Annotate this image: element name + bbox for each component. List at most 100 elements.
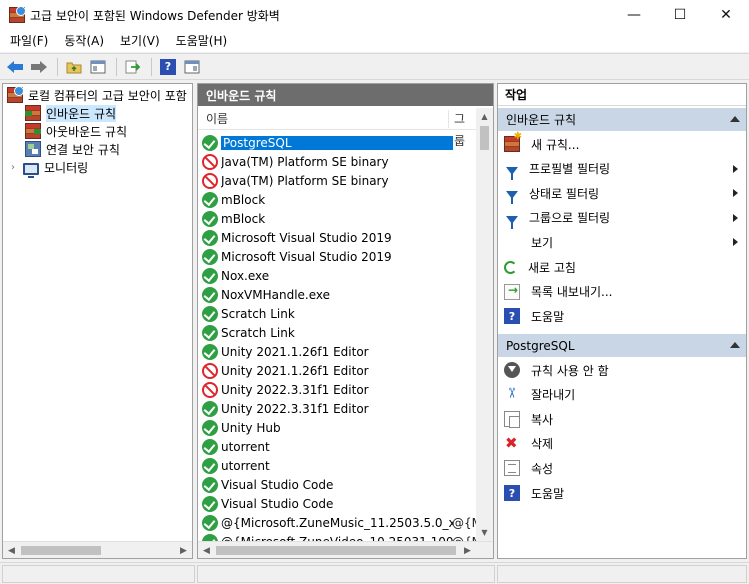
rule-row[interactable]: Visual Studio Code: [202, 494, 478, 513]
rule-row[interactable]: utorrent: [202, 456, 478, 475]
help-button[interactable]: ?: [157, 56, 179, 78]
action-item[interactable]: 새 규칙...: [498, 131, 746, 156]
action-label: 새 규칙...: [531, 137, 580, 152]
action-item[interactable]: ? 도움말: [498, 481, 746, 505]
forward-button[interactable]: [28, 56, 50, 78]
rule-row[interactable]: Visual Studio Code: [202, 475, 478, 494]
scroll-left-icon[interactable]: ◀: [198, 542, 215, 558]
actions-section-inbound[interactable]: 인바운드 규칙: [498, 108, 746, 131]
rule-name: Visual Studio Code: [221, 477, 334, 492]
scroll-thumb[interactable]: [216, 546, 456, 555]
action-item[interactable]: 보기: [498, 230, 746, 254]
action-item[interactable]: 목록 내보내기...: [498, 280, 746, 304]
refresh-icon: [504, 260, 517, 274]
tree-item-label: 아웃바운드 규칙: [46, 124, 128, 139]
column-header: 이름 그룹: [198, 108, 476, 148]
action-item[interactable]: 프로필별 필터링: [498, 157, 746, 181]
menu-help[interactable]: 도움말(H): [168, 31, 236, 51]
rule-row[interactable]: Java(TM) Platform SE binary: [202, 152, 478, 171]
rule-row[interactable]: Nox.exe: [202, 266, 478, 285]
action-item[interactable]: 새로 고침: [498, 255, 746, 279]
export-list-button[interactable]: [122, 56, 144, 78]
menu-view[interactable]: 보기(V): [112, 31, 168, 51]
show-action-pane-button[interactable]: [181, 56, 203, 78]
scroll-down-icon[interactable]: ▼: [476, 524, 493, 541]
tree-root[interactable]: 로컬 컴퓨터의 고급 보안이 포함: [7, 86, 187, 104]
console-tree-icon: [90, 60, 106, 73]
allowed-icon: [202, 343, 218, 360]
maximize-button[interactable]: ☐: [657, 0, 703, 30]
allowed-icon: [202, 495, 218, 512]
column-name-header[interactable]: 이름: [206, 108, 228, 130]
rule-name: mBlock: [221, 192, 266, 207]
rule-row[interactable]: Scratch Link: [202, 304, 478, 323]
rule-row[interactable]: Unity Hub: [202, 418, 478, 437]
rules-vertical-scrollbar[interactable]: ▲ ▼: [476, 108, 493, 541]
tree-horizontal-scrollbar[interactable]: ◀ ▶: [3, 541, 192, 558]
scroll-left-icon[interactable]: ◀: [3, 542, 20, 558]
minimize-button[interactable]: —: [611, 0, 657, 30]
back-button[interactable]: [4, 56, 26, 78]
toolbar: ?: [0, 53, 749, 80]
action-item[interactable]: 삭제: [498, 432, 746, 456]
tree-item-inbound-rules[interactable]: 인바운드 규칙: [25, 104, 117, 122]
rule-row[interactable]: utorrent: [202, 437, 478, 456]
column-group-header[interactable]: 그룹: [454, 108, 476, 148]
menu-file[interactable]: 파일(F): [2, 31, 56, 51]
expand-chevron-icon[interactable]: ›: [11, 162, 23, 173]
collapse-caret-icon[interactable]: [730, 116, 740, 122]
action-item[interactable]: 그룹으로 필터링: [498, 206, 746, 230]
show-hide-tree-button[interactable]: [87, 56, 109, 78]
actions-section-selected-rule[interactable]: PostgreSQL: [498, 334, 746, 357]
action-item[interactable]: 복사: [498, 407, 746, 431]
rule-row[interactable]: PostgreSQL: [202, 133, 478, 152]
action-label: 상태로 필터링: [529, 186, 600, 201]
rule-row[interactable]: Microsoft Visual Studio 2019: [202, 228, 478, 247]
firewall-icon: [7, 86, 24, 103]
tree-item-connection-security[interactable]: 연결 보안 규칙: [25, 140, 120, 158]
scroll-up-icon[interactable]: ▲: [476, 108, 493, 125]
blocked-icon: [202, 172, 218, 189]
tree-root-label: 로컬 컴퓨터의 고급 보안이 포함: [28, 88, 187, 103]
rule-row[interactable]: Unity 2021.1.26f1 Editor: [202, 361, 478, 380]
tree-item-outbound-rules[interactable]: 아웃바운드 규칙: [25, 122, 127, 140]
rule-row[interactable]: Java(TM) Platform SE binary: [202, 171, 478, 190]
rule-row[interactable]: Microsoft Visual Studio 2019: [202, 247, 478, 266]
rule-row[interactable]: mBlock: [202, 190, 478, 209]
rule-row[interactable]: mBlock: [202, 209, 478, 228]
action-item[interactable]: ? 도움말: [498, 304, 746, 328]
export-icon: [125, 60, 141, 73]
action-item[interactable]: 잘라내기: [498, 383, 746, 407]
action-item[interactable]: 속성: [498, 456, 746, 480]
column-divider[interactable]: [448, 110, 449, 128]
filter-icon: [506, 166, 518, 180]
rules-horizontal-scrollbar[interactable]: ◀ ▶: [198, 541, 493, 558]
tree-item-monitoring[interactable]: › 모니터링: [11, 158, 88, 178]
action-item[interactable]: 규칙 사용 안 함: [498, 358, 746, 382]
action-label: 복사: [531, 412, 554, 427]
collapse-caret-icon[interactable]: [730, 342, 740, 348]
close-button[interactable]: ✕: [703, 0, 749, 30]
rule-row[interactable]: Unity 2022.3.31f1 Editor: [202, 399, 478, 418]
filter-icon: [506, 191, 518, 205]
title-bar: 고급 보안이 포함된 Windows Defender 방화벽 — ☐ ✕: [0, 0, 749, 30]
rule-name: utorrent: [221, 439, 270, 454]
cut-icon: [504, 387, 520, 403]
action-label: 보기: [531, 235, 554, 250]
rule-name: Scratch Link: [221, 306, 295, 321]
up-folder-button[interactable]: [63, 56, 85, 78]
scroll-right-icon[interactable]: ▶: [459, 542, 476, 558]
rule-row[interactable]: Unity 2022.3.31f1 Editor: [202, 380, 478, 399]
rule-row[interactable]: Scratch Link: [202, 323, 478, 342]
action-item[interactable]: 상태로 필터링: [498, 181, 746, 205]
console-tree: 로컬 컴퓨터의 고급 보안이 포함 인바운드 규칙 아웃바운드 규칙 연결 보안…: [2, 83, 193, 559]
actions-title: 작업: [498, 84, 746, 106]
rule-row[interactable]: @{Microsoft.ZuneMusic_11.2503.5.0_x6... @…: [202, 513, 482, 532]
menu-action[interactable]: 동작(A): [56, 31, 112, 51]
rule-row[interactable]: NoxVMHandle.exe: [202, 285, 478, 304]
scroll-right-icon[interactable]: ▶: [175, 542, 192, 558]
scroll-thumb[interactable]: [21, 546, 101, 555]
scroll-thumb[interactable]: [480, 126, 489, 150]
rule-row[interactable]: Unity 2021.1.26f1 Editor: [202, 342, 478, 361]
rule-name: Java(TM) Platform SE binary: [221, 173, 389, 188]
